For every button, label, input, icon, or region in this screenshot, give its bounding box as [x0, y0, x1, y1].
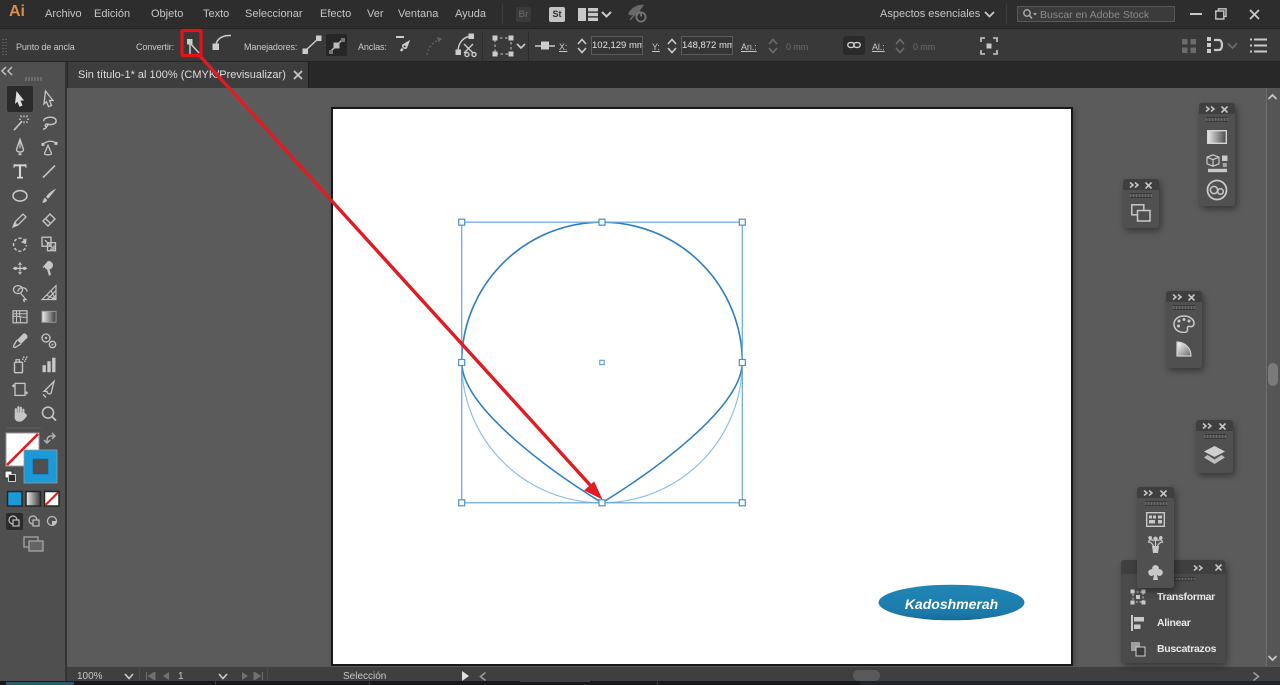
svg-text:Kadoshmerah: Kadoshmerah [905, 596, 998, 612]
